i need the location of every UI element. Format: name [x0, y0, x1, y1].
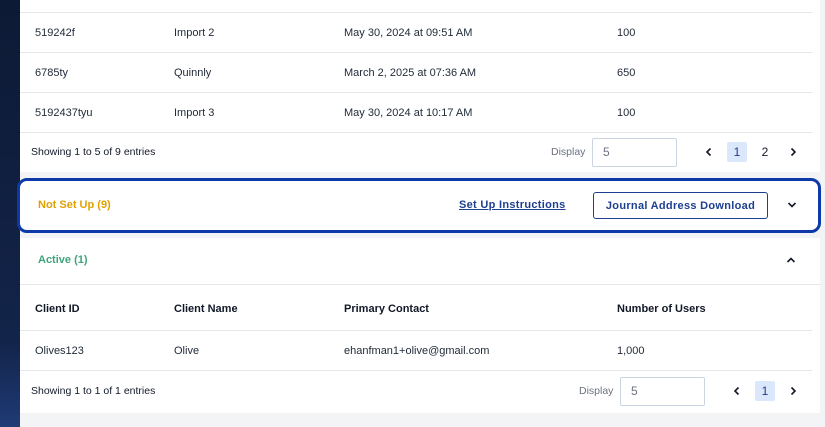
chevron-right-icon [790, 147, 797, 157]
date-cell: May 30, 2024 at 09:51 AM [344, 26, 473, 39]
users-cell: 1,000 [617, 344, 645, 357]
chevron-left-icon [733, 386, 740, 396]
page-1-button[interactable]: 1 [727, 142, 747, 162]
table-row[interactable]: 519242f Import 2 May 30, 2024 at 09:51 A… [20, 13, 812, 53]
table-row[interactable]: 5192437tyu Import 3 May 30, 2024 at 10:1… [20, 93, 812, 133]
date-cell: March 2, 2025 at 07:36 AM [344, 66, 477, 79]
column-header-primary-contact[interactable]: Primary Contact [344, 303, 429, 315]
table-header-row: Client ID Client Name Primary Contact Nu… [20, 288, 812, 331]
next-page-button[interactable] [783, 142, 803, 162]
clients-table-card: 519242f Import 2 May 30, 2024 at 09:51 A… [20, 0, 820, 172]
client-id-cell: 5192437tyu [35, 106, 93, 119]
expand-button[interactable] [785, 198, 799, 212]
chevron-right-icon [790, 386, 797, 396]
column-header-number-of-users[interactable]: Number of Users [617, 303, 706, 315]
users-cell: 100 [617, 106, 636, 119]
entries-count: Showing 1 to 1 of 1 entries [31, 385, 156, 397]
not-set-up-title: Not Set Up (9) [38, 199, 111, 211]
active-accordion: Active (1) Client ID Client Name Primary… [20, 238, 820, 413]
client-name-cell: Import 3 [174, 106, 215, 119]
chevron-left-icon [705, 147, 712, 157]
prev-page-button[interactable] [699, 142, 719, 162]
clients-page: 519242f Import 2 May 30, 2024 at 09:51 A… [17, 0, 825, 427]
date-cell: May 30, 2024 at 10:17 AM [344, 106, 473, 119]
chevron-down-icon [787, 202, 797, 208]
client-id-cell: 6785ty [35, 66, 69, 79]
next-page-button[interactable] [783, 381, 803, 401]
journal-address-download-button[interactable]: Journal Address Download [593, 192, 768, 219]
chevron-up-icon [786, 257, 796, 263]
users-cell: 100 [617, 26, 636, 39]
column-header-client-name[interactable]: Client Name [174, 303, 238, 315]
setup-instructions-link[interactable]: Set Up Instructions [459, 199, 566, 211]
users-cell: 650 [617, 66, 636, 79]
active-accordion-header[interactable]: Active (1) [20, 238, 820, 285]
primary-contact-cell: ehanfman1+olive@gmail.com [344, 344, 490, 357]
display-label: Display [551, 146, 586, 158]
page-2-button[interactable]: 2 [755, 142, 775, 162]
collapse-button[interactable] [784, 253, 798, 267]
not-set-up-accordion[interactable]: Not Set Up (9) Set Up Instructions Journ… [17, 178, 821, 233]
client-id-cell: Olives123 [35, 344, 84, 357]
table-row[interactable]: Olives123 Olive ehanfman1+olive@gmail.co… [20, 331, 812, 371]
display-count-input[interactable]: 5 [620, 376, 705, 406]
display-count-input[interactable]: 5 [592, 137, 677, 167]
display-label: Display [579, 385, 614, 397]
table-footer: Showing 1 to 1 of 1 entries Display 5 1 [20, 371, 820, 411]
table-row-partial [20, 0, 812, 13]
client-id-cell: 519242f [35, 26, 75, 39]
column-header-client-id[interactable]: Client ID [35, 303, 80, 315]
page-1-button[interactable]: 1 [755, 381, 775, 401]
client-name-cell: Olive [174, 344, 200, 357]
table-row[interactable]: 6785ty Quinnly March 2, 2025 at 07:36 AM… [20, 53, 812, 93]
entries-count: Showing 1 to 5 of 9 entries [31, 146, 156, 158]
client-name-cell: Import 2 [174, 26, 215, 39]
table-footer: Showing 1 to 5 of 9 entries Display 5 1 … [20, 132, 820, 172]
prev-page-button[interactable] [727, 381, 747, 401]
active-title: Active (1) [38, 254, 88, 266]
client-name-cell: Quinnly [174, 66, 212, 79]
